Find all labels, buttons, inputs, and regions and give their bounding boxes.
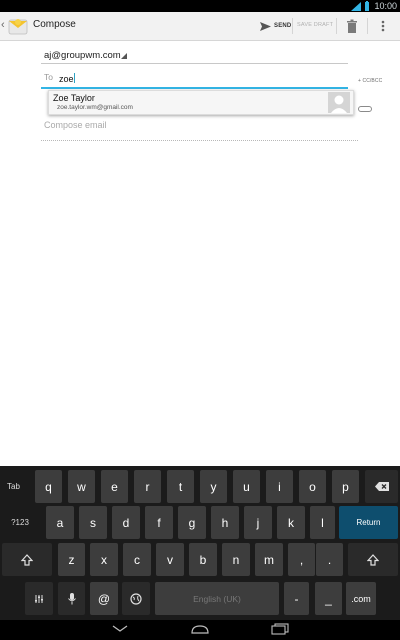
backspace-icon: [374, 482, 389, 491]
dot-com-key[interactable]: .com: [346, 582, 376, 615]
key-t[interactable]: t: [167, 470, 194, 503]
key-comma[interactable]: ,: [288, 543, 315, 576]
compose-body-field[interactable]: Compose email: [44, 120, 107, 130]
battery-icon: [365, 1, 369, 11]
key-o[interactable]: o: [299, 470, 326, 503]
key-r[interactable]: r: [134, 470, 161, 503]
key-k[interactable]: k: [277, 506, 305, 539]
keyboard-settings-key[interactable]: [25, 582, 53, 615]
contact-suggestion[interactable]: Zoe Taylor zoe.taylor.wm@gmail.com: [48, 90, 354, 115]
key-u[interactable]: u: [233, 470, 260, 503]
key-v[interactable]: v: [156, 543, 184, 576]
status-bar: 10:00: [0, 0, 400, 12]
key-s[interactable]: s: [79, 506, 107, 539]
divider: [336, 18, 337, 34]
return-key[interactable]: Return: [339, 506, 398, 539]
on-screen-keyboard: Tab q w e r t y u i o p ?123 a s d f g h…: [0, 466, 400, 620]
key-f[interactable]: f: [145, 506, 173, 539]
from-account-selector[interactable]: aj@groupwm.com: [44, 50, 121, 61]
action-bar: ‹ Compose SEND SAVE DRAFT: [0, 12, 400, 41]
overflow-menu-icon[interactable]: [378, 18, 388, 34]
status-time: 10:00: [374, 1, 397, 11]
key-i[interactable]: i: [266, 470, 293, 503]
key-at[interactable]: @: [90, 582, 118, 615]
symbols-key[interactable]: ?123: [0, 506, 40, 539]
email-app-icon[interactable]: [8, 17, 28, 35]
key-c[interactable]: c: [123, 543, 151, 576]
delete-icon[interactable]: [346, 18, 358, 34]
navigation-bar: [0, 620, 400, 640]
home-nav-icon[interactable]: [190, 624, 210, 634]
divider: [292, 18, 293, 34]
from-divider: [41, 63, 348, 64]
globe-icon: [130, 592, 142, 605]
key-b[interactable]: b: [189, 543, 217, 576]
attachment-icon[interactable]: [358, 106, 372, 112]
key-period[interactable]: .: [316, 543, 343, 576]
key-w[interactable]: w: [68, 470, 95, 503]
divider: [367, 18, 368, 34]
language-key[interactable]: [122, 582, 150, 615]
key-m[interactable]: m: [255, 543, 283, 576]
recent-apps-nav-icon[interactable]: [271, 623, 289, 635]
to-field-value: zoe: [59, 74, 74, 84]
back-chevron-icon[interactable]: ‹: [1, 19, 5, 31]
shift-key-left[interactable]: [2, 543, 52, 576]
shift-icon: [21, 553, 33, 566]
key-q[interactable]: q: [35, 470, 62, 503]
voice-input-key[interactable]: [58, 582, 85, 615]
key-a[interactable]: a: [46, 506, 74, 539]
shift-key-right[interactable]: [348, 543, 398, 576]
tab-key[interactable]: Tab: [0, 470, 27, 503]
key-j[interactable]: j: [244, 506, 272, 539]
key-g[interactable]: g: [178, 506, 206, 539]
dropdown-caret-icon[interactable]: [121, 53, 127, 59]
to-label: To: [44, 72, 53, 82]
suggestion-name: Zoe Taylor: [53, 93, 95, 103]
text-cursor: [73, 73, 75, 83]
body-divider: [41, 140, 358, 141]
key-z[interactable]: z: [58, 543, 85, 576]
suggestion-email: zoe.taylor.wm@gmail.com: [57, 104, 133, 111]
key-p[interactable]: p: [332, 470, 359, 503]
send-icon: [260, 21, 271, 31]
spacebar[interactable]: English (UK): [155, 582, 279, 615]
shift-icon: [367, 553, 379, 566]
key-l[interactable]: l: [310, 506, 335, 539]
key-h[interactable]: h: [211, 506, 239, 539]
to-field-underline: [41, 87, 348, 89]
settings-sliders-icon: [35, 594, 43, 603]
microphone-icon: [67, 592, 76, 604]
key-x[interactable]: x: [90, 543, 118, 576]
to-field[interactable]: zoe: [59, 73, 75, 84]
backspace-key[interactable]: [365, 470, 398, 503]
status-icons: [351, 1, 370, 11]
signal-icon: [351, 1, 361, 11]
key-d[interactable]: d: [112, 506, 140, 539]
save-draft-button[interactable]: SAVE DRAFT: [297, 22, 333, 28]
key-hyphen[interactable]: -: [284, 582, 309, 615]
send-label: SEND: [274, 23, 292, 29]
back-nav-icon[interactable]: [112, 625, 128, 633]
cc-bcc-button[interactable]: + CC/BCC: [358, 78, 382, 84]
contact-avatar-icon: [328, 92, 350, 113]
key-n[interactable]: n: [222, 543, 250, 576]
key-y[interactable]: y: [200, 470, 227, 503]
send-button[interactable]: SEND: [260, 18, 291, 34]
key-underscore[interactable]: _: [315, 582, 342, 615]
key-e[interactable]: e: [101, 470, 128, 503]
page-title: Compose: [33, 19, 76, 30]
